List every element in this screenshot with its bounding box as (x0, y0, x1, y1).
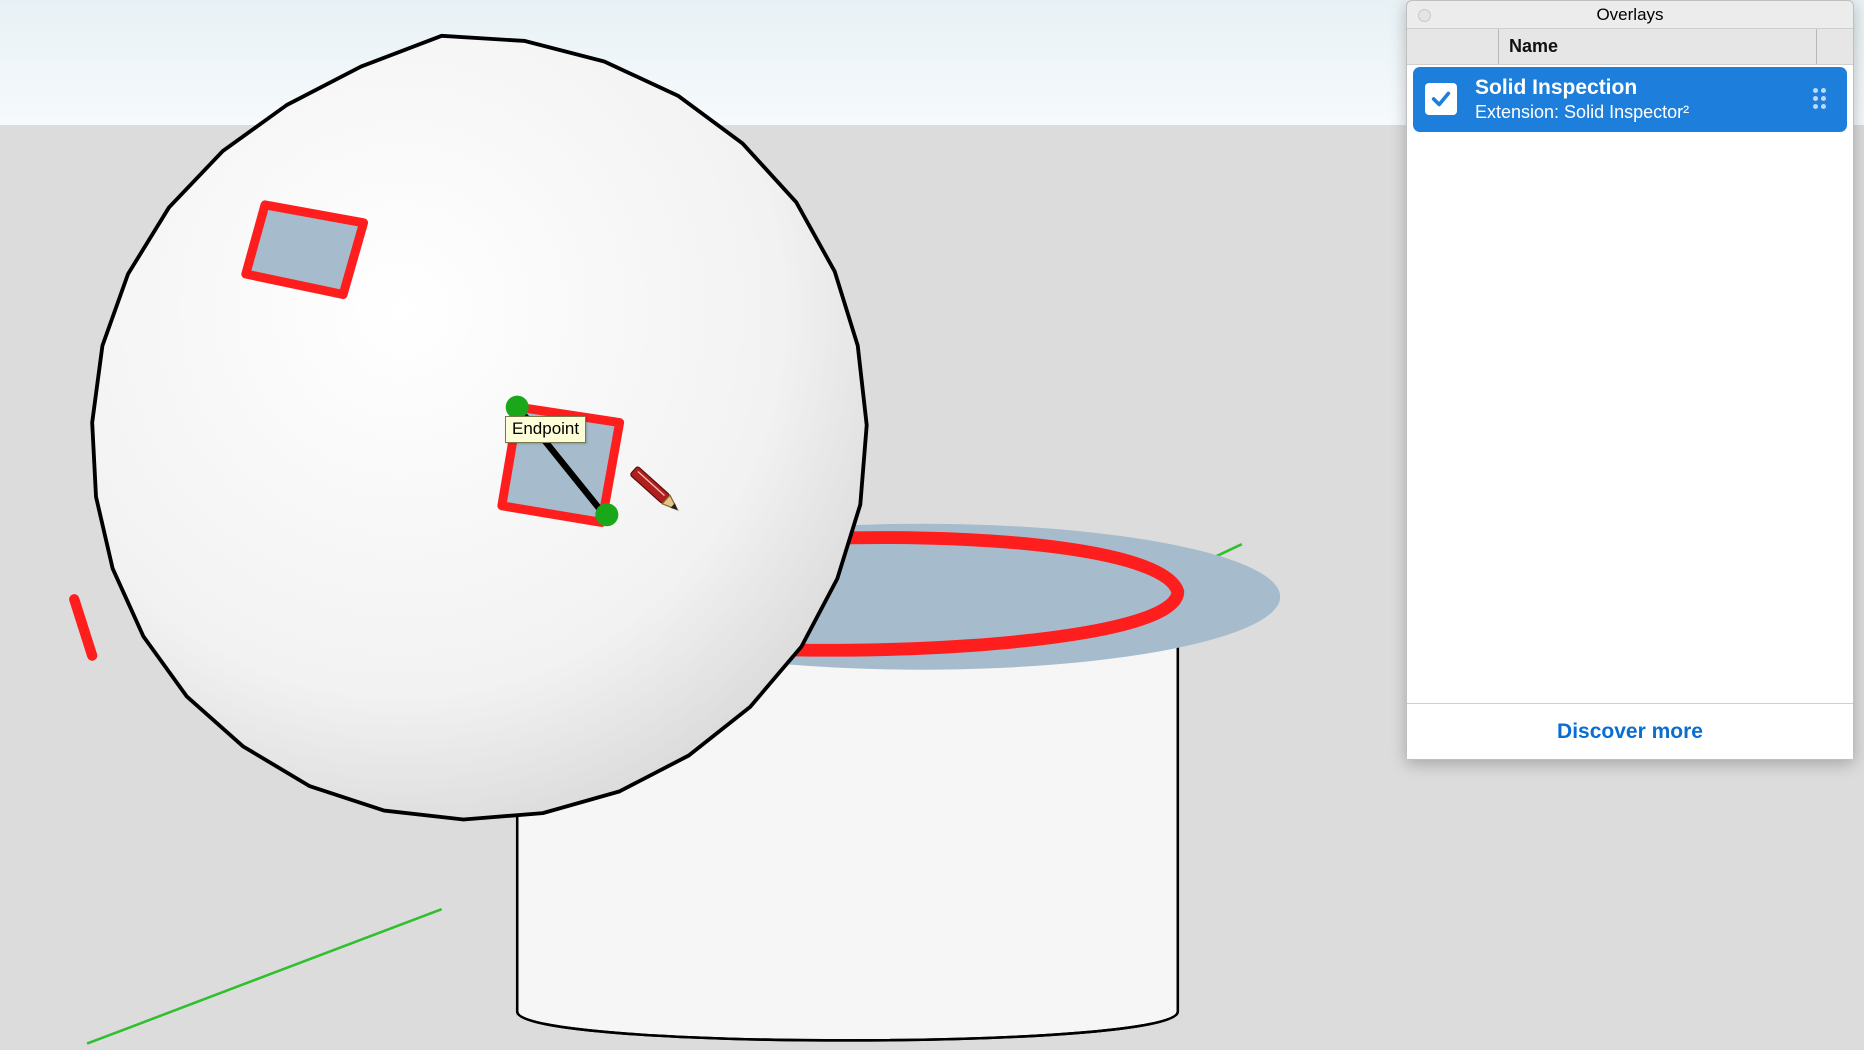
overlay-name: Solid Inspection (1475, 75, 1813, 100)
overlays-column-header: Name (1407, 28, 1853, 64)
overlay-enabled-checkbox[interactable] (1425, 83, 1457, 115)
overlays-footer: Discover more (1407, 703, 1853, 759)
overlays-panel[interactable]: Overlays Name Solid Inspection Extension… (1406, 0, 1854, 760)
overlays-column-name[interactable]: Name (1499, 29, 1817, 64)
overlays-title: Overlays (1407, 5, 1853, 25)
check-icon (1430, 88, 1452, 110)
discover-more-link[interactable]: Discover more (1557, 720, 1703, 744)
overlays-column-grip (1817, 29, 1853, 64)
overlays-list[interactable]: Solid Inspection Extension: Solid Inspec… (1407, 64, 1853, 703)
drag-handle-icon[interactable] (1813, 88, 1835, 110)
overlay-subtitle: Extension: Solid Inspector² (1475, 102, 1813, 124)
overlays-column-checkbox (1407, 29, 1499, 64)
overlays-titlebar[interactable]: Overlays (1407, 1, 1853, 28)
close-icon[interactable] (1418, 9, 1431, 22)
list-item[interactable]: Solid Inspection Extension: Solid Inspec… (1413, 67, 1847, 132)
overlay-text: Solid Inspection Extension: Solid Inspec… (1475, 75, 1813, 124)
inference-tooltip: Endpoint (505, 416, 586, 443)
tooltip-text: Endpoint (512, 419, 579, 438)
